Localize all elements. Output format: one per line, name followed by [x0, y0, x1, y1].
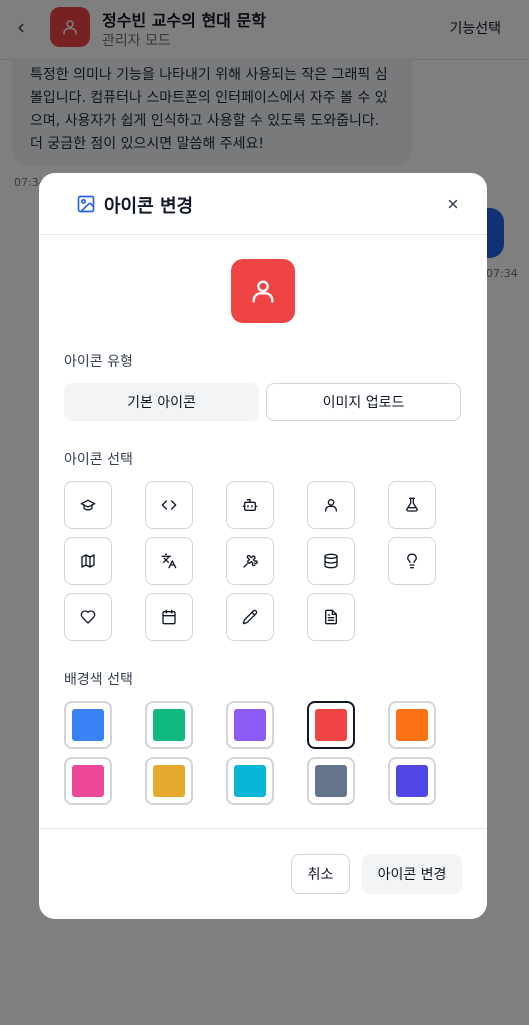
file-text-icon: [325, 609, 337, 625]
color-grid: [64, 701, 464, 805]
dialog-footer-divider: [39, 828, 487, 829]
icon-option-calendar[interactable]: [145, 593, 193, 641]
color-swatch: [153, 765, 185, 797]
heart-icon: [80, 610, 96, 624]
icon-option-bot[interactable]: [226, 481, 274, 529]
color-option-cyan[interactable]: [226, 757, 274, 805]
color-swatch: [396, 709, 428, 741]
icon-option-pencil[interactable]: [226, 593, 274, 641]
icon-change-dialog: 아이콘 변경 아이콘 유형 기본 아이콘 이미지 업로드 아이콘 선택 배경색 …: [39, 173, 487, 919]
change-icon-button[interactable]: 아이콘 변경: [362, 854, 462, 894]
bot-icon: [242, 499, 258, 511]
icon-option-flask[interactable]: [388, 481, 436, 529]
graduation-cap-icon: [80, 499, 96, 511]
color-swatch: [315, 709, 347, 741]
basic-icon-tab[interactable]: 기본 아이콘: [64, 383, 259, 421]
icon-option-map[interactable]: [64, 537, 112, 585]
color-swatch: [153, 709, 185, 741]
user-icon: [252, 280, 274, 303]
icon-type-label: 아이콘 유형: [64, 354, 133, 370]
color-swatch: [234, 709, 266, 741]
icon-option-puzzle[interactable]: [226, 537, 274, 585]
icon-option-database[interactable]: [307, 537, 355, 585]
icon-option-user[interactable]: [307, 481, 355, 529]
icon-option-file-text[interactable]: [307, 593, 355, 641]
cancel-button[interactable]: 취소: [291, 854, 350, 894]
code-icon: [161, 500, 177, 510]
icon-option-graduation-cap[interactable]: [64, 481, 112, 529]
color-option-orange[interactable]: [388, 701, 436, 749]
close-button[interactable]: [441, 192, 465, 216]
color-swatch: [72, 709, 104, 741]
languages-icon: [161, 553, 177, 569]
color-option-blue[interactable]: [64, 701, 112, 749]
color-option-purple[interactable]: [226, 701, 274, 749]
icon-option-lightbulb[interactable]: [388, 537, 436, 585]
icon-option-languages[interactable]: [145, 537, 193, 585]
user-icon: [325, 499, 337, 512]
puzzle-icon: [243, 554, 258, 568]
icon-grid: [64, 481, 464, 641]
color-swatch: [234, 765, 266, 797]
icon-preview: [231, 259, 295, 323]
pencil-icon: [242, 609, 258, 625]
color-option-red[interactable]: [307, 701, 355, 749]
dialog-header: 아이콘 변경: [39, 173, 487, 235]
lightbulb-icon: [407, 553, 417, 569]
map-icon: [81, 554, 95, 568]
color-option-pink[interactable]: [64, 757, 112, 805]
image-upload-tab[interactable]: 이미지 업로드: [266, 383, 461, 421]
color-swatch: [396, 765, 428, 797]
icon-option-heart[interactable]: [64, 593, 112, 641]
flask-icon: [406, 497, 418, 512]
image-icon: [77, 195, 95, 213]
color-swatch: [315, 765, 347, 797]
database-icon: [324, 553, 338, 569]
icon-option-code[interactable]: [145, 481, 193, 529]
background-color-label: 배경색 선택: [64, 672, 133, 688]
dialog-title: 아이콘 변경: [104, 196, 194, 217]
color-swatch: [72, 765, 104, 797]
color-option-yellow[interactable]: [145, 757, 193, 805]
icon-select-label: 아이콘 선택: [64, 452, 133, 468]
calendar-icon: [162, 609, 176, 625]
color-option-gray[interactable]: [307, 757, 355, 805]
color-option-indigo[interactable]: [388, 757, 436, 805]
color-option-green[interactable]: [145, 701, 193, 749]
close-icon: [448, 199, 458, 209]
